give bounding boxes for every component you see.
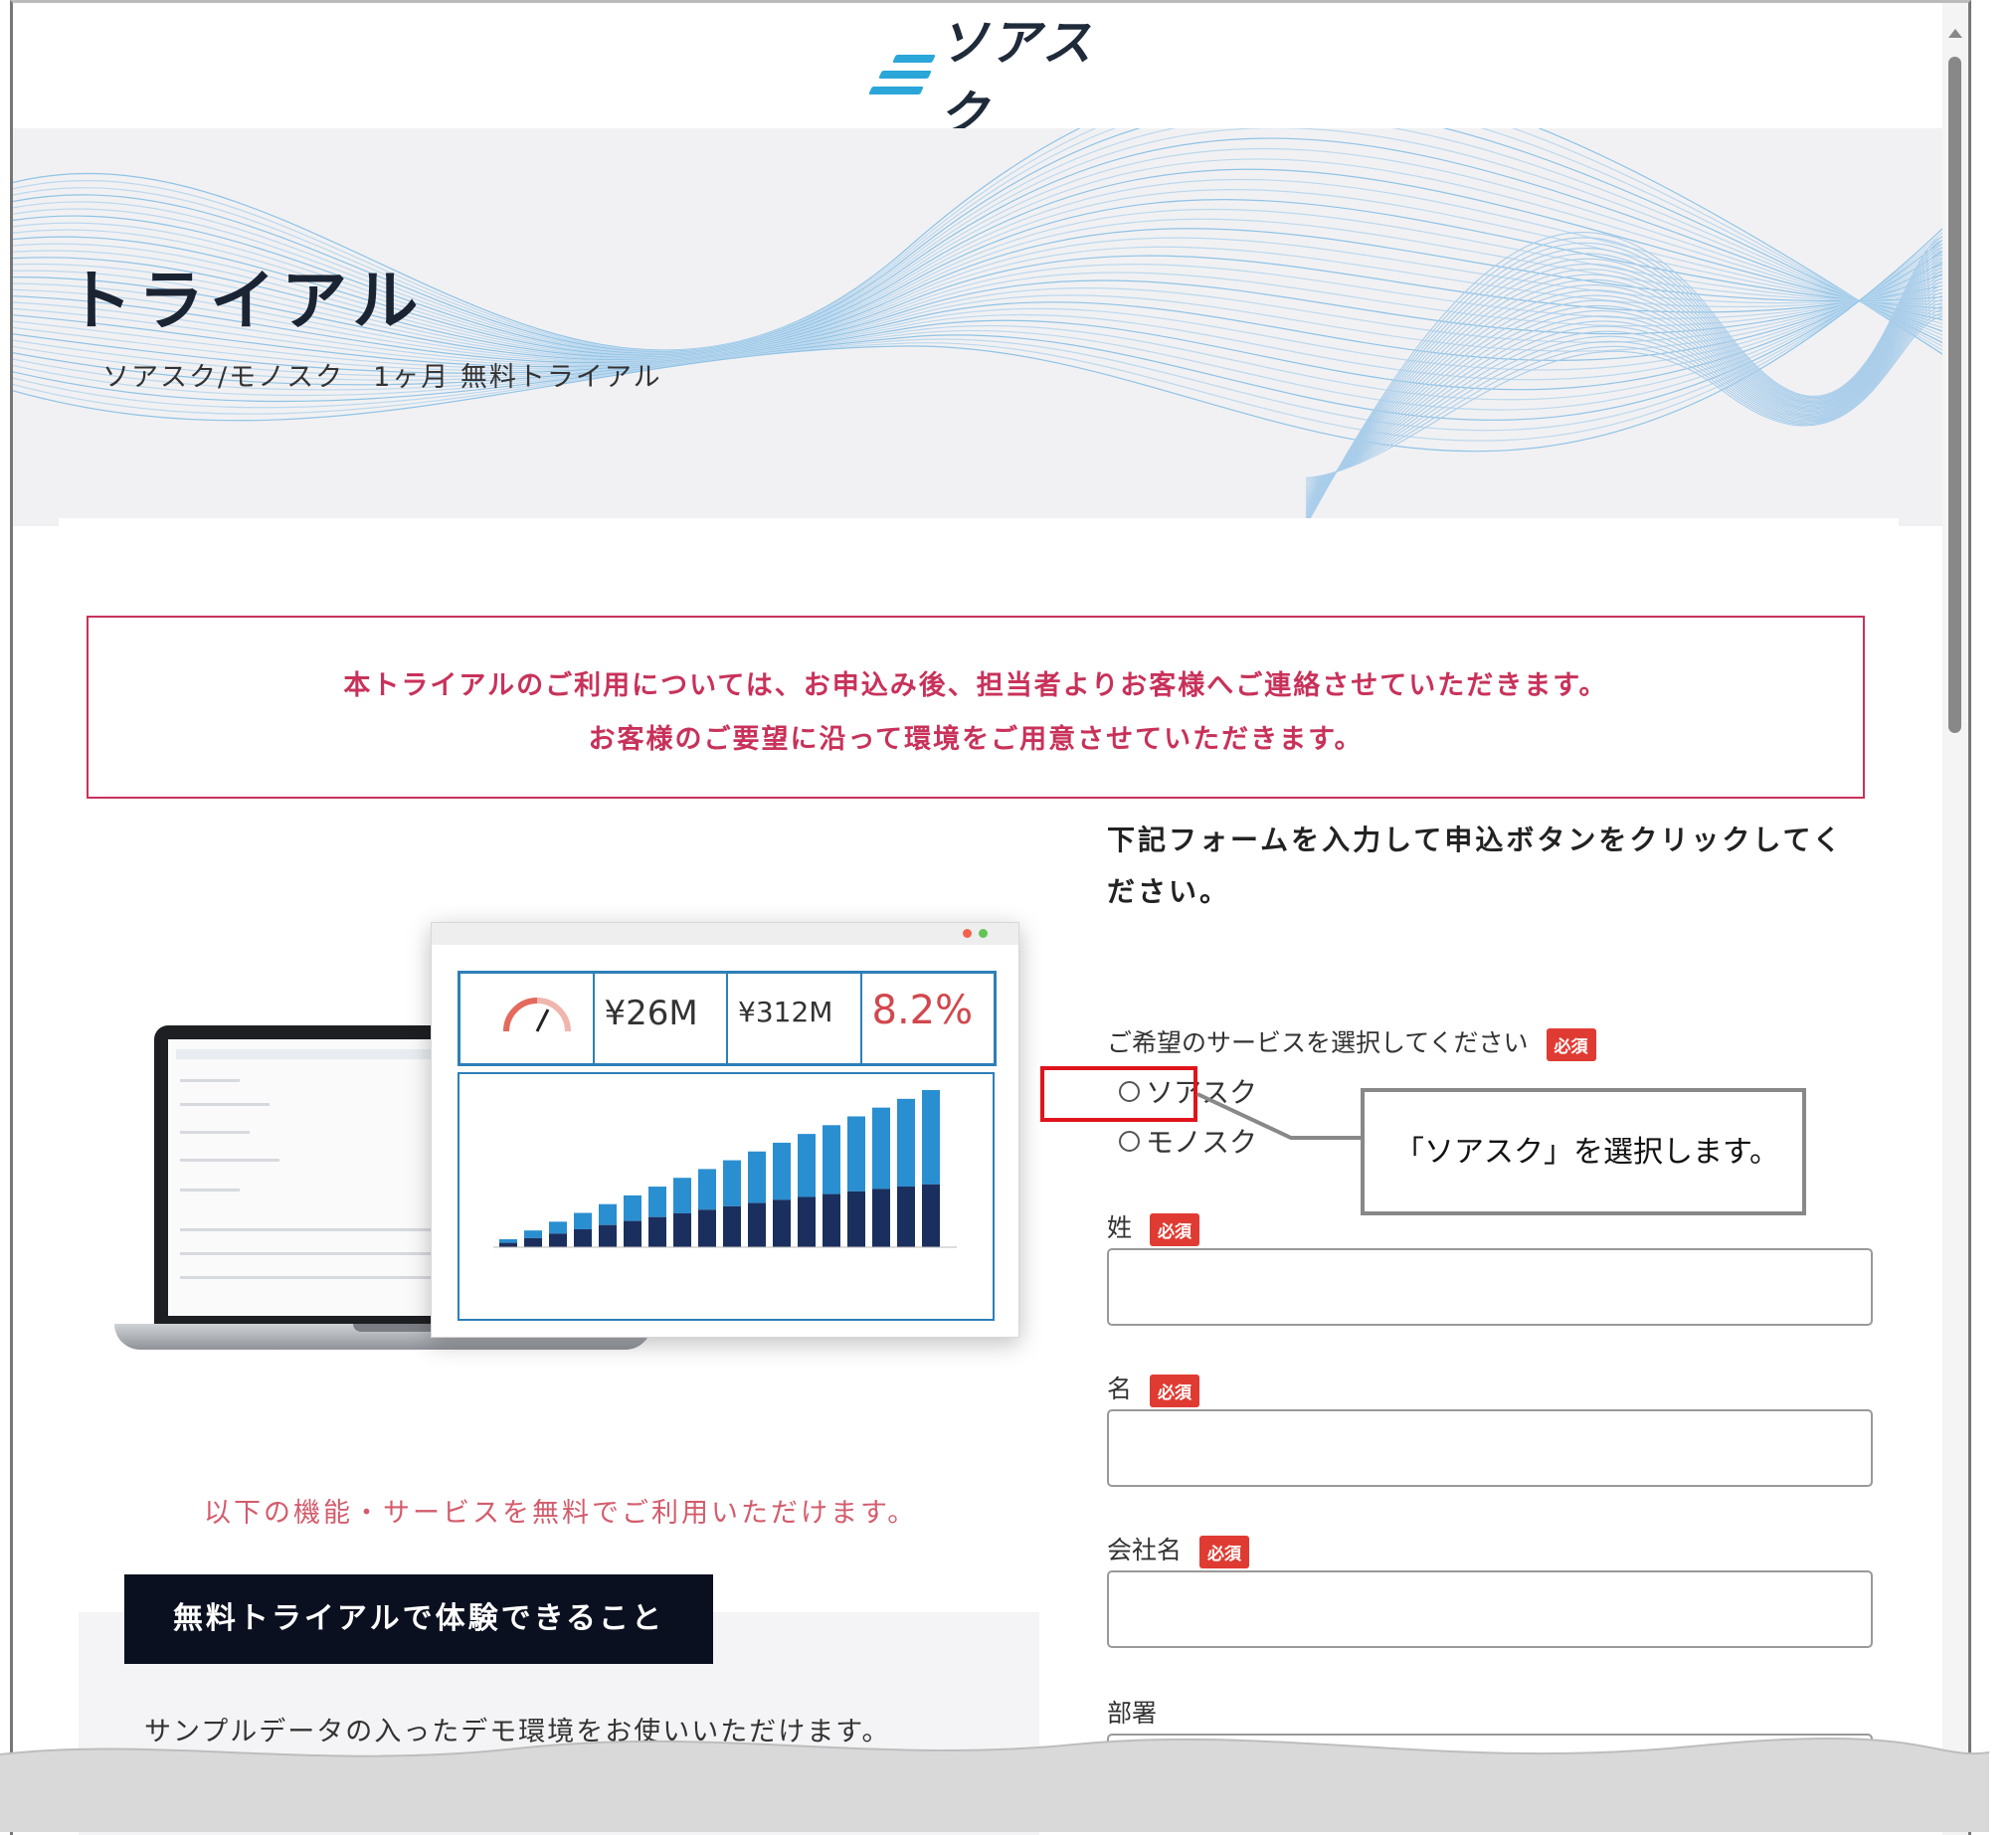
- required-badge: 必須: [1546, 1027, 1596, 1061]
- browser-frame: ソアスク トライアル ソアスク/モノスク 1ヶ月 無料トライアル 本トライアルの…: [10, 0, 1971, 1835]
- notice-box: 本トライアルのご利用については、お申込み後、担当者よりお客様へご連絡させていただ…: [87, 616, 1865, 799]
- company-input[interactable]: [1107, 1570, 1873, 1648]
- site-logo[interactable]: ソアスク: [868, 14, 1109, 143]
- page-title: トライアル: [67, 263, 425, 339]
- feature-label: 無料トライアルで体験できること: [124, 1574, 713, 1664]
- form-heading: 下記フォームを入力して申込ボタンをクリックしてください。: [1107, 824, 1844, 908]
- radio-button[interactable]: [1119, 1130, 1140, 1152]
- last-name-label: 姓必須: [1107, 1208, 1200, 1246]
- bar-chart-graphic: [493, 1090, 957, 1248]
- lines-logo-icon: [868, 53, 936, 96]
- kpi-value-3: 8.2%: [871, 988, 974, 1033]
- department-label: 部署: [1107, 1699, 1158, 1728]
- service-label: ご希望のサービスを選択してください 必須: [1107, 1023, 1596, 1061]
- required-badge: 必須: [1199, 1535, 1250, 1568]
- first-name-label-text: 名: [1107, 1375, 1133, 1403]
- company-label-text: 会社名: [1107, 1536, 1183, 1564]
- radio-monosuku[interactable]: モノスク: [1119, 1121, 1257, 1161]
- gauge-icon: [503, 998, 571, 1032]
- gauge-kpi: [460, 974, 595, 1063]
- scroll-thumb[interactable]: [1948, 57, 1961, 733]
- logo-text: ソアスク: [938, 14, 1094, 143]
- last-name-input[interactable]: [1107, 1248, 1873, 1326]
- notice-line-2: お客様のご要望に沿って環境をご用意させていただきます。: [588, 724, 1364, 755]
- service-label-text: ご希望のサービスを選択してください: [1107, 1028, 1529, 1057]
- kpi-value-1: ¥26M: [604, 994, 698, 1033]
- promo-text: 以下の機能・サービスを無料でご利用いただけます。: [204, 1498, 918, 1529]
- scroll-up-arrow-icon[interactable]: [1948, 29, 1962, 38]
- first-name-input[interactable]: [1107, 1409, 1873, 1487]
- selection-highlight: [1040, 1066, 1197, 1122]
- company-label: 会社名 必須: [1107, 1531, 1250, 1568]
- hero-banner: トライアル ソアスク/モノスク 1ヶ月 無料トライアル: [13, 128, 1942, 526]
- required-badge: 必須: [1150, 1212, 1200, 1246]
- radio-label-monosuku[interactable]: モノスク: [1146, 1121, 1257, 1161]
- scrollbar[interactable]: [1942, 3, 1968, 1835]
- dashboard-screenshot: ¥26M ¥312M 8.2%: [431, 922, 1019, 1338]
- kpi-row: ¥26M ¥312M 8.2%: [458, 971, 997, 1066]
- kpi-value-2: ¥312M: [738, 996, 833, 1028]
- notice-line-1: 本トライアルのご利用については、お申込み後、担当者よりお客様へご連絡させていただ…: [343, 670, 1608, 701]
- torn-edge: [0, 1737, 1990, 1832]
- first-name-label: 名必須: [1107, 1370, 1200, 1407]
- callout-box: 「ソアスク」を選択します。: [1361, 1088, 1806, 1215]
- last-name-label-text: 姓: [1107, 1213, 1133, 1242]
- page-subtitle: ソアスク/モノスク 1ヶ月 無料トライアル: [102, 362, 662, 393]
- dashboard-chart: [458, 1072, 995, 1321]
- site-header: ソアスク: [13, 3, 1942, 143]
- required-badge: 必須: [1150, 1374, 1200, 1407]
